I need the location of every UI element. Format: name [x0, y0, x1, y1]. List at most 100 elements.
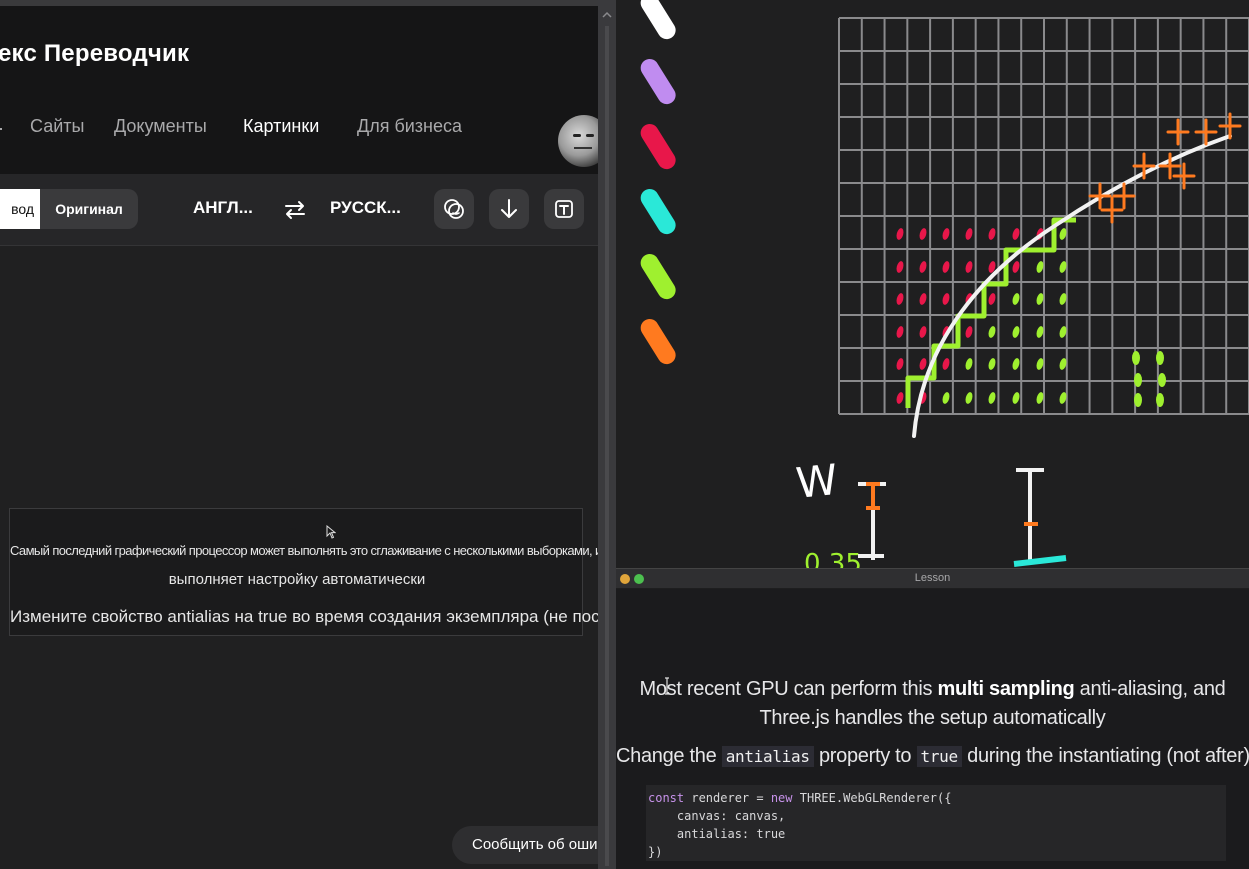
code-line: canvas: canvas,: [648, 809, 786, 823]
sample-dot: [1012, 261, 1020, 273]
orange-i-beam: [858, 482, 886, 560]
lesson-text: Most recent GPU can perform this: [639, 678, 938, 700]
sample-dot: [896, 392, 904, 404]
screen: екс Переводчик Сайты Документы Картинки …: [0, 0, 1249, 869]
translated-line: выполняет настройку автоматически: [168, 571, 426, 588]
code-text: renderer =: [684, 791, 771, 805]
sample-dot: [919, 261, 927, 273]
lesson-window-titlebar: Lesson: [616, 568, 1249, 588]
nav-overflow-indicator: [0, 128, 2, 130]
drawing-canvas: W 0.35: [616, 0, 1249, 568]
lesson-text-bold: multi sampling: [937, 678, 1075, 700]
nav-item-images[interactable]: Картинки: [243, 116, 319, 137]
antialiasing-illustration: W 0.35: [640, 0, 1249, 568]
avatar-eye: [586, 134, 594, 137]
translator-header: екс Переводчик Сайты Документы Картинки …: [0, 6, 598, 174]
sample-dot: [896, 228, 904, 240]
lesson-window-title: Lesson: [914, 572, 951, 584]
swap-languages-icon[interactable]: [283, 198, 307, 222]
sample-dot: [896, 326, 904, 338]
sample-dot: [942, 358, 950, 370]
download-button[interactable]: [489, 189, 529, 229]
palette-swatch: [640, 123, 676, 170]
translated-image-text: Самый последний графический процессор мо…: [9, 508, 598, 636]
lesson-paragraph: Most recent GPU can perform this multi s…: [616, 675, 1249, 733]
color-palette: [640, 0, 676, 365]
code-line: }): [648, 845, 663, 859]
translated-line: Самый последний графический процессор мо…: [10, 543, 598, 558]
pixel-grid: [838, 17, 1249, 415]
sample-dot: [942, 293, 950, 305]
orange-cross: [1100, 196, 1124, 224]
sample-dot: [896, 358, 904, 370]
palette-swatch: [640, 253, 676, 300]
sample-dot: [919, 326, 927, 338]
app-title: екс Переводчик: [0, 40, 190, 67]
sample-dot: [919, 293, 927, 305]
sample-dot: [896, 261, 904, 273]
lesson-text: property to: [813, 745, 917, 767]
translated-line: Измените свойство antialias на true во в…: [10, 607, 598, 626]
source-language-select[interactable]: АНГЛ...: [193, 198, 253, 218]
sample-dot: [965, 228, 973, 240]
avatar-mouth: [574, 147, 592, 149]
sample-dot: [896, 293, 904, 305]
orange-cross: [1088, 182, 1112, 210]
sample-dot: [1134, 373, 1142, 387]
sample-dot: [965, 261, 973, 273]
sample-dot: [1134, 393, 1142, 407]
sample-dot: [1012, 228, 1020, 240]
sample-dot: [919, 358, 927, 370]
emoji-icon: [444, 199, 464, 219]
lesson-video: W 0.35 Lesson Most recent GPU can perfor…: [616, 0, 1249, 869]
sample-dot: [1158, 373, 1166, 387]
text-icon: [555, 200, 573, 218]
palette-swatch: [640, 188, 676, 235]
orange-cross: [1132, 152, 1156, 180]
palette-swatch: [640, 58, 676, 105]
nav-item-documents[interactable]: Документы: [114, 116, 207, 137]
scroll-up-icon[interactable]: [601, 8, 613, 22]
nav-item-business[interactable]: Для бизнеса: [357, 116, 462, 137]
sample-dot: [988, 293, 996, 305]
cyan-i-beam: [1013, 468, 1067, 567]
tab-translation[interactable]: вод: [0, 189, 40, 229]
code-keyword: new: [770, 791, 793, 805]
sample-dot: [1156, 351, 1164, 365]
orange-cross: [1166, 118, 1190, 146]
sample-dot: [942, 392, 950, 404]
emoji-button[interactable]: [434, 189, 474, 229]
text-mode-button[interactable]: [544, 189, 584, 229]
sample-dot: [1012, 293, 1020, 305]
inline-code: antialias: [721, 746, 814, 767]
sample-dot: [1132, 351, 1140, 365]
sample-dot: [965, 392, 973, 404]
report-error-button[interactable]: Сообщить об ошиб: [452, 826, 598, 864]
sample-dot: [1156, 393, 1164, 407]
scrollbar-track[interactable]: [605, 26, 609, 866]
sample-dot: [919, 228, 927, 240]
lesson-text: during the instantiating (not after): [961, 745, 1249, 767]
avatar-eye: [573, 134, 581, 137]
code-block: const renderer = new THREE.WebGLRenderer…: [646, 785, 1226, 861]
sample-dot: [942, 261, 950, 273]
mouse-cursor-icon: [326, 525, 336, 539]
sample-dot: [988, 392, 996, 404]
code-text: THREE.WebGLRenderer({: [792, 791, 952, 805]
sample-dot: [1012, 392, 1020, 404]
download-icon: [501, 199, 517, 218]
orange-cross: [1172, 162, 1196, 190]
nav-item-sites[interactable]: Сайты: [30, 116, 84, 137]
sample-dot: [1012, 326, 1020, 338]
sample-dot: [942, 228, 950, 240]
palette-swatch: [640, 318, 676, 365]
avatar[interactable]: [558, 115, 598, 167]
code-line: antialias: true: [648, 827, 786, 841]
tab-original[interactable]: Оригинал: [40, 189, 138, 229]
sample-dot: [988, 358, 996, 370]
target-language-select[interactable]: РУССК...: [330, 198, 401, 218]
sample-dot: [965, 326, 973, 338]
window-scrollbar[interactable]: [598, 0, 616, 869]
sample-dot: [988, 228, 996, 240]
lesson-paragraph: Change the antialias property to true du…: [616, 745, 1249, 768]
